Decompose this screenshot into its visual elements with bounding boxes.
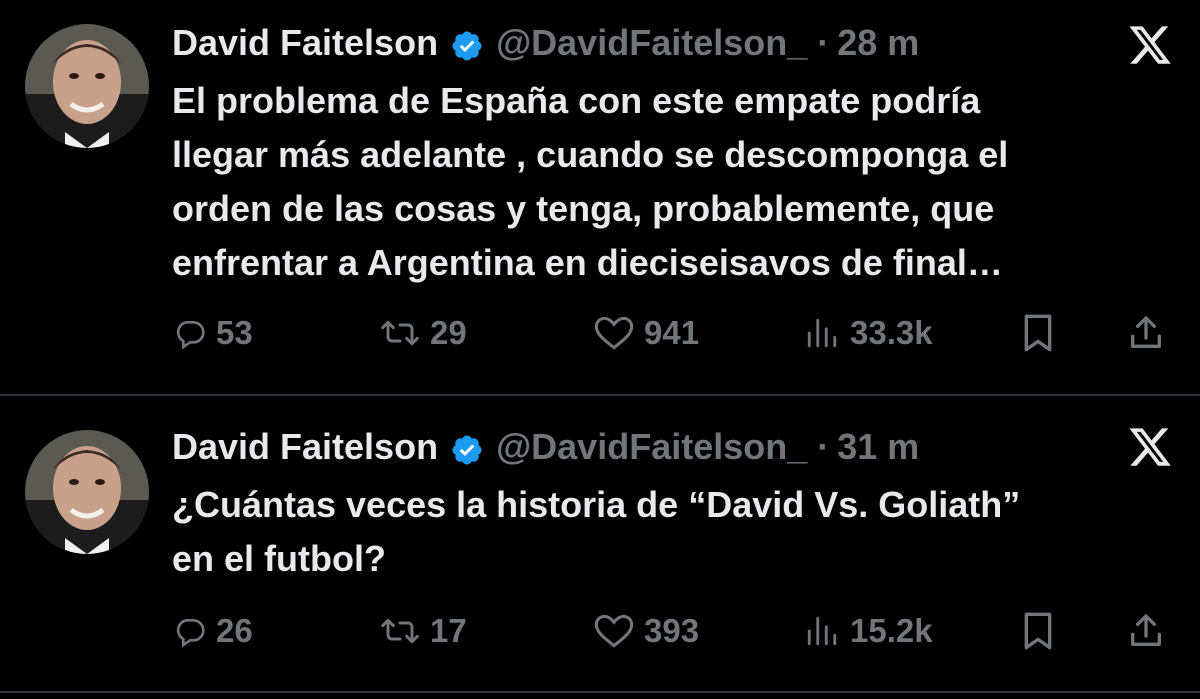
tweet-header: David Faitelson @DavidFaitelson_ · 28 m xyxy=(172,18,919,68)
x-logo-icon xyxy=(1127,424,1173,470)
tweet-text: ¿Cuántas veces la historia de “David Vs.… xyxy=(172,484,1021,579)
reply-button[interactable]: 26 xyxy=(174,606,253,656)
author-handle[interactable]: @DavidFaitelson_ xyxy=(496,422,807,472)
views-icon xyxy=(804,316,840,350)
bookmark-button[interactable] xyxy=(1020,606,1056,656)
heart-icon xyxy=(594,614,634,648)
share-button[interactable] xyxy=(1126,308,1166,358)
tweet-actions: 53 29 941 33.3k xyxy=(0,308,1200,358)
views-count: 15.2k xyxy=(850,612,933,649)
reply-count: 53 xyxy=(216,314,253,351)
share-button[interactable] xyxy=(1126,606,1166,656)
retweet-button[interactable]: 17 xyxy=(380,606,467,656)
bookmark-button[interactable] xyxy=(1020,308,1056,358)
verified-badge-icon xyxy=(450,430,484,465)
tweet-text: El problema de España con este empate po… xyxy=(172,80,1009,283)
retweet-icon xyxy=(380,317,420,349)
timestamp[interactable]: 28 m xyxy=(837,18,919,68)
x-logo-icon xyxy=(1127,22,1173,68)
views-button[interactable]: 15.2k xyxy=(804,606,933,656)
author-name[interactable]: David Faitelson xyxy=(172,18,438,68)
timestamp[interactable]: 31 m xyxy=(837,422,919,472)
tweet-card[interactable]: David Faitelson @DavidFaitelson_ · 31 m … xyxy=(0,396,1200,691)
retweet-icon xyxy=(380,615,420,647)
share-icon xyxy=(1126,611,1166,651)
avatar[interactable] xyxy=(25,24,149,148)
bookmark-icon xyxy=(1020,611,1056,651)
like-button[interactable]: 941 xyxy=(594,308,699,358)
reply-button[interactable]: 53 xyxy=(174,308,253,358)
tweet-header: David Faitelson @DavidFaitelson_ · 31 m xyxy=(172,422,919,472)
retweet-button[interactable]: 29 xyxy=(380,308,467,358)
views-button[interactable]: 33.3k xyxy=(804,308,933,358)
tweet-card[interactable]: David Faitelson @DavidFaitelson_ · 28 m … xyxy=(0,0,1200,394)
retweet-count: 17 xyxy=(430,612,467,649)
views-count: 33.3k xyxy=(850,314,933,351)
reply-count: 26 xyxy=(216,612,253,649)
bookmark-icon xyxy=(1020,313,1056,353)
author-handle[interactable]: @DavidFaitelson_ xyxy=(496,18,807,68)
author-name[interactable]: David Faitelson xyxy=(172,422,438,472)
divider xyxy=(0,691,1200,693)
tweet-feed: David Faitelson @DavidFaitelson_ · 28 m … xyxy=(0,0,1200,699)
share-icon xyxy=(1126,313,1166,353)
verified-badge-icon xyxy=(450,26,484,61)
separator-dot: · xyxy=(817,426,830,467)
reply-icon xyxy=(174,615,206,647)
retweet-count: 29 xyxy=(430,314,467,351)
like-count: 941 xyxy=(644,314,700,351)
views-icon xyxy=(804,614,840,648)
reply-icon xyxy=(174,317,206,349)
like-button[interactable]: 393 xyxy=(594,606,699,656)
avatar[interactable] xyxy=(25,430,149,554)
tweet-actions: 26 17 393 15.2k xyxy=(0,606,1200,656)
heart-icon xyxy=(594,316,634,350)
separator-dot: · xyxy=(817,22,830,63)
like-count: 393 xyxy=(644,612,700,649)
